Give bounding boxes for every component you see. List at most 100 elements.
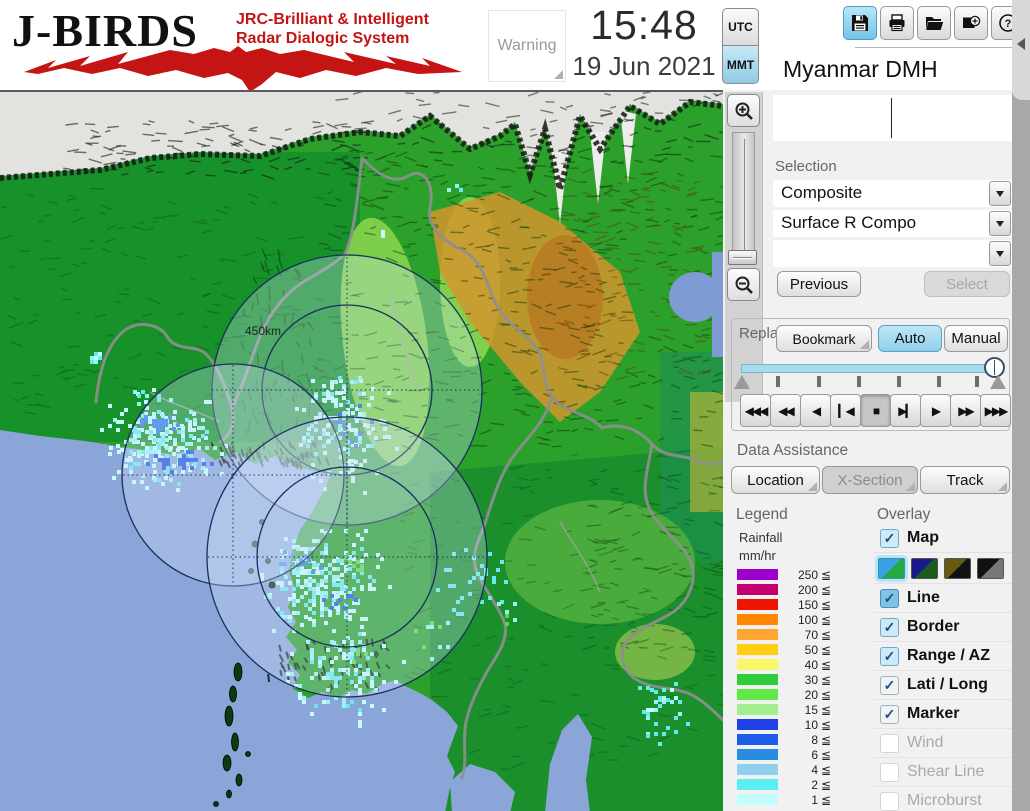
legend-value: 4 [811, 762, 818, 777]
checkbox[interactable]: ✓ [880, 646, 899, 666]
select-button[interactable]: Select [924, 271, 1010, 297]
utc-button[interactable]: UTC [722, 8, 759, 46]
print-button[interactable] [880, 6, 914, 40]
previous-button[interactable]: Previous [777, 271, 861, 297]
slider-end-marker[interactable] [990, 375, 1006, 389]
check-icon: ✓ [883, 589, 896, 606]
bookmark-button[interactable]: Bookmark [776, 325, 872, 352]
playback-button[interactable]: ▶ [920, 394, 951, 427]
overlay-row[interactable]: ✓ Line [874, 584, 1012, 613]
checkbox[interactable]: ✓ [880, 762, 899, 782]
overlay-row[interactable]: ✓ Wind [874, 729, 1012, 758]
check-icon: ✓ [883, 676, 896, 693]
checkbox[interactable]: ✓ [880, 528, 899, 548]
manual-button[interactable]: Manual [944, 325, 1008, 352]
checkbox[interactable]: ✓ [880, 617, 899, 637]
playback-button[interactable]: ◀ [800, 394, 831, 427]
overlay-row[interactable]: ✓ Marker [874, 700, 1012, 729]
chevron-down-icon[interactable] [989, 241, 1011, 266]
legend-color-swatch [737, 614, 778, 625]
chevron-down-icon[interactable] [989, 181, 1011, 206]
playback-button[interactable]: ▶▎ [890, 394, 921, 427]
mmt-button[interactable]: MMT [722, 46, 759, 84]
map-style-1[interactable] [878, 557, 905, 579]
overlay-row[interactable]: ✓ Shear Line [874, 758, 1012, 787]
map-style-3[interactable] [944, 557, 971, 579]
image-plus-icon [963, 15, 981, 28]
chevron-down-icon[interactable] [989, 211, 1011, 236]
overlay-row[interactable]: ✓ Lati / Long [874, 671, 1012, 700]
replay-slider-track[interactable] [741, 364, 999, 373]
overlay-row[interactable]: ✓ Microburst [874, 787, 1012, 811]
playback-button[interactable]: ■ [860, 394, 891, 427]
legend-value: 30 [804, 672, 818, 687]
radar-map[interactable]: 450km [0, 90, 723, 811]
panel-collapse-tab[interactable] [1012, 0, 1030, 100]
check-icon: ✓ [883, 529, 896, 546]
control-panel: Selection Composite Surface R Compo Prev… [723, 90, 1012, 811]
legend-color-swatch [737, 689, 778, 700]
playback-button[interactable]: ▎◀ [830, 394, 861, 427]
checkbox[interactable]: ✓ [880, 588, 899, 608]
xsection-button[interactable]: X-Section [822, 466, 918, 494]
map-style-4[interactable] [977, 557, 1004, 579]
overlay-item-label: Range / AZ [907, 647, 990, 664]
range-ring-label: 450km [245, 324, 281, 338]
text-cursor [891, 98, 892, 138]
overlay-list: ✓ Map ✓ Line ✓ Border ✓ Range / AZ ✓ Lat… [874, 524, 1012, 811]
product-type-value: Surface R Compo [781, 213, 917, 232]
location-button[interactable]: Location [731, 466, 820, 494]
product-category-dropdown[interactable]: Composite [773, 180, 1012, 207]
legend-operator: ≦ [821, 762, 832, 777]
legend-label: Legend [736, 506, 788, 523]
header: J-BIRDS JRC-Brilliant & Intelligent Rada… [0, 0, 1030, 92]
playback-button[interactable]: ▶▶▶ [980, 394, 1011, 427]
legend-value: 15 [804, 702, 818, 717]
zoom-slider-track[interactable] [732, 132, 755, 260]
product-option-value [773, 240, 988, 267]
warning-button[interactable]: Warning [488, 10, 566, 82]
zoom-out-button[interactable] [727, 268, 760, 301]
legend-color-swatch [737, 764, 778, 775]
overlay-item-label: Line [907, 589, 940, 606]
zoom-slider-thumb[interactable] [728, 250, 757, 265]
legend-operator: ≦ [821, 567, 832, 582]
overlay-row[interactable]: ✓ Border [874, 613, 1012, 642]
legend-row: 30 ≦ [737, 672, 831, 687]
overlay-item-label: Microburst [907, 792, 982, 809]
selection-label: Selection [775, 158, 837, 175]
product-type-dropdown[interactable]: Surface R Compo [773, 210, 1012, 237]
track-button[interactable]: Track [920, 466, 1010, 494]
product-option-dropdown[interactable] [773, 240, 1012, 267]
toolbar: ? [843, 6, 1025, 40]
legend-row: 70 ≦ [737, 627, 831, 642]
open-button[interactable] [917, 6, 951, 40]
auto-button[interactable]: Auto [878, 325, 942, 352]
map-style-2[interactable] [911, 557, 938, 579]
legend-row: 40 ≦ [737, 657, 831, 672]
checkbox[interactable]: ✓ [880, 675, 899, 695]
legend-operator: ≦ [821, 582, 832, 597]
check-icon: ✓ [883, 647, 896, 664]
playback-button[interactable]: ◀◀ [770, 394, 801, 427]
status-text-box[interactable] [773, 95, 1012, 141]
slider-start-marker[interactable] [734, 375, 750, 389]
data-assistance-label: Data Assistance [737, 442, 849, 459]
zoom-in-button[interactable] [727, 94, 760, 127]
overlay-row[interactable]: ✓ Range / AZ [874, 642, 1012, 671]
save-button[interactable] [843, 6, 877, 40]
map-style-swatches [874, 553, 1012, 584]
playback-button[interactable]: ▶▶ [950, 394, 981, 427]
overlay-item-label: Shear Line [907, 763, 985, 780]
checkbox[interactable]: ✓ [880, 791, 899, 811]
jbirds-app: J-BIRDS JRC-Brilliant & Intelligent Rada… [0, 0, 1030, 811]
legend-row: 100 ≦ [737, 612, 831, 627]
add-image-button[interactable] [954, 6, 988, 40]
legend-color-swatch [737, 644, 778, 655]
overlay-row-map[interactable]: ✓ Map [874, 524, 1012, 553]
legend-value: 150 [797, 597, 818, 612]
checkbox[interactable]: ✓ [880, 704, 899, 724]
playback-button[interactable]: ◀◀◀ [740, 394, 771, 427]
checkbox[interactable]: ✓ [880, 733, 899, 753]
legend-value: 50 [804, 642, 818, 657]
